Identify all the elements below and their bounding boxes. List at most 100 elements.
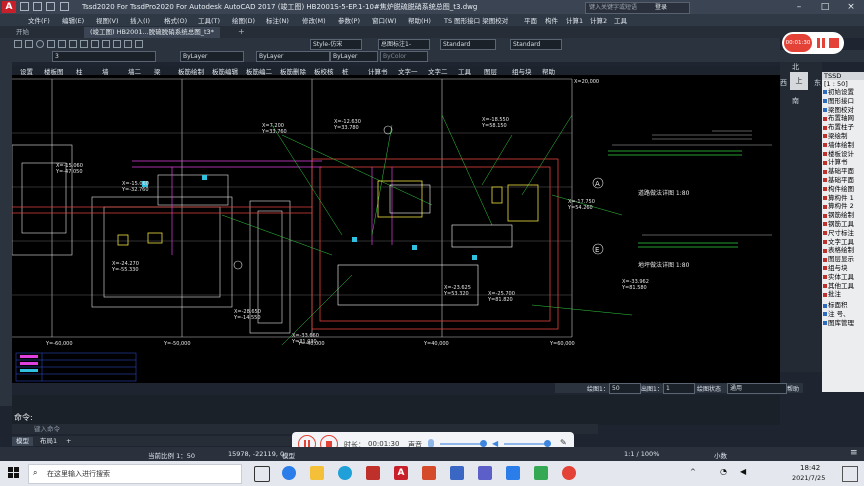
viewcube[interactable]: 北 西 东 南 上 — [780, 62, 822, 105]
menu-ts-interface[interactable]: TS 图形接口 梁图校对 — [444, 15, 508, 25]
help-button[interactable]: 帮助 — [787, 384, 799, 393]
arc-icon[interactable] — [58, 40, 66, 48]
tssd-item-dimension[interactable]: 尺寸标注 — [822, 229, 864, 238]
tab-layout1[interactable]: 布局1 — [36, 437, 61, 446]
tssd-item-other[interactable]: 其他工具 — [822, 282, 864, 291]
clock-time[interactable]: 18:42 — [800, 464, 820, 472]
rotate-icon[interactable] — [102, 40, 110, 48]
word-icon[interactable] — [450, 466, 464, 480]
tssd-item-number[interactable]: 注 号、 — [822, 310, 864, 319]
tssd-item-beam[interactable]: 梁绘制 — [822, 132, 864, 141]
tssd-item-area[interactable]: 标面积 — [822, 301, 864, 310]
tssd-item-table[interactable]: 表格绘制 — [822, 246, 864, 255]
speaker-volume-slider[interactable] — [504, 443, 548, 445]
plot-scale-input[interactable]: 50 — [609, 383, 641, 394]
menu-insert[interactable]: 插入(I) — [130, 15, 150, 25]
menu-file[interactable]: 文件(F) — [28, 15, 50, 25]
quick-access-toolbar[interactable] — [20, 2, 76, 12]
polyline-icon[interactable] — [25, 40, 33, 48]
menu-edit[interactable]: 编辑(E) — [62, 15, 84, 25]
tray-chevron-icon[interactable]: ^ — [690, 468, 696, 476]
menu-view[interactable]: 视图(V) — [96, 15, 119, 25]
windows-start-icon[interactable] — [8, 467, 20, 479]
left-tool-strip[interactable] — [0, 62, 12, 406]
notification-icon[interactable] — [842, 466, 858, 482]
autocad-icon[interactable]: A — [394, 466, 408, 480]
volume-icon[interactable]: ◀ — [740, 467, 746, 476]
autocad-logo-icon[interactable]: A — [2, 1, 16, 13]
pen-icon[interactable]: ✎ — [560, 438, 567, 447]
tssd-item-group[interactable]: 组与块 — [822, 264, 864, 273]
draw-state-select[interactable]: 通用 — [727, 383, 787, 394]
menu-calc1[interactable]: 计算1 — [566, 15, 583, 25]
tssd-item-foundation2[interactable]: 基础平面 — [822, 176, 864, 185]
menu-plan[interactable]: 平面 — [524, 15, 537, 25]
trim-icon[interactable] — [124, 40, 132, 48]
stop-icon[interactable] — [829, 38, 839, 48]
close-button[interactable]: × — [838, 0, 864, 14]
hatch-icon[interactable] — [69, 40, 77, 48]
pause-icon[interactable] — [817, 38, 820, 48]
output-scale-input[interactable]: 1 — [663, 383, 695, 394]
table-style-select[interactable]: Standard — [440, 39, 496, 50]
tssd-item-interface[interactable]: 图形接口 — [822, 97, 864, 106]
tssd-item-layer[interactable]: 图层显示 — [822, 255, 864, 264]
new-tab-icon[interactable]: + — [238, 27, 245, 36]
menu-calc2[interactable]: 计算2 — [590, 15, 607, 25]
undo-icon[interactable] — [59, 2, 69, 11]
tssd-item-column[interactable]: 布置柱子 — [822, 123, 864, 132]
new-icon[interactable] — [20, 2, 29, 11]
menu-draw[interactable]: 绘图(D) — [232, 15, 255, 25]
network-icon[interactable]: ◔ — [720, 467, 727, 476]
record-widget[interactable]: 00:01:30 — [782, 32, 844, 54]
annotation-scale[interactable]: 1:1 / 100% — [624, 450, 659, 458]
linetype-select[interactable]: ByLayer — [256, 51, 330, 62]
dim-style-select[interactable]: 总图标注1- — [378, 39, 430, 50]
rectangle-icon[interactable] — [47, 40, 55, 48]
maximize-button[interactable]: □ — [812, 0, 838, 14]
copy-icon[interactable] — [91, 40, 99, 48]
tssd-item-member-draw[interactable]: 构件绘图 — [822, 185, 864, 194]
tssd-item-calc[interactable]: 计算书 — [822, 158, 864, 167]
login-button[interactable]: 登录 — [655, 2, 667, 11]
add-layout-button[interactable]: + — [62, 437, 75, 446]
taskbar-search[interactable]: ⌕ 在这里输入进行搜索 — [28, 464, 242, 484]
units-display[interactable]: 小数 — [714, 450, 727, 460]
tab-model[interactable]: 模型 — [12, 437, 33, 446]
plotstyle-select[interactable]: ByColor — [380, 51, 428, 62]
save-icon[interactable] — [46, 2, 56, 11]
tab-document[interactable]: (竣工图) HB2001...脱硫脱硝系统总图_t3* — [84, 27, 220, 38]
edge-icon[interactable] — [282, 466, 296, 480]
tssd-item-init[interactable]: 初始设置 — [822, 88, 864, 97]
color-select[interactable]: ByLayer — [180, 51, 244, 62]
move-icon[interactable] — [80, 40, 88, 48]
viewcube-top-face[interactable]: 上 — [790, 72, 808, 90]
extend-icon[interactable] — [135, 40, 143, 48]
mic-volume-slider[interactable] — [440, 443, 484, 445]
app3-icon[interactable] — [534, 466, 548, 480]
app-icon[interactable] — [478, 466, 492, 480]
menu-tools-ts[interactable]: 工具 — [614, 15, 627, 25]
tssd-item-solid[interactable]: 实体工具 — [822, 273, 864, 282]
customize-icon[interactable]: ≡ — [850, 448, 858, 458]
drawing-canvas[interactable]: A E 道路做法详图 1:80 地坪做法详图 1:80 Y=-60,000 Y=… — [12, 75, 780, 383]
open-icon[interactable] — [33, 2, 43, 11]
menu-modify[interactable]: 修改(M) — [302, 15, 326, 25]
tssd-item-rebar-tools[interactable]: 钢筋工具 — [822, 220, 864, 229]
tssd-item-grid[interactable]: 布置轴网 — [822, 114, 864, 123]
menu-member[interactable]: 构件 — [545, 15, 558, 25]
file-explorer-icon[interactable] — [310, 466, 324, 480]
task-view-icon[interactable] — [254, 466, 270, 482]
recorder-icon[interactable] — [562, 466, 576, 480]
text-style-select[interactable]: Style-仿宋 — [310, 39, 362, 50]
app2-icon[interactable] — [506, 466, 520, 480]
clock-date[interactable]: 2021/7/25 — [792, 474, 825, 482]
mirror-icon[interactable] — [113, 40, 121, 48]
minimize-button[interactable]: – — [786, 0, 812, 14]
pdf-icon[interactable] — [366, 466, 380, 480]
menu-help[interactable]: 帮助(H) — [408, 15, 431, 25]
tab-start[interactable]: 开始 — [10, 27, 35, 38]
tssd-item-library[interactable]: 图库管理 — [822, 319, 864, 328]
menu-format[interactable]: 格式(O) — [164, 15, 187, 25]
layer-select[interactable]: 3 — [52, 51, 156, 62]
